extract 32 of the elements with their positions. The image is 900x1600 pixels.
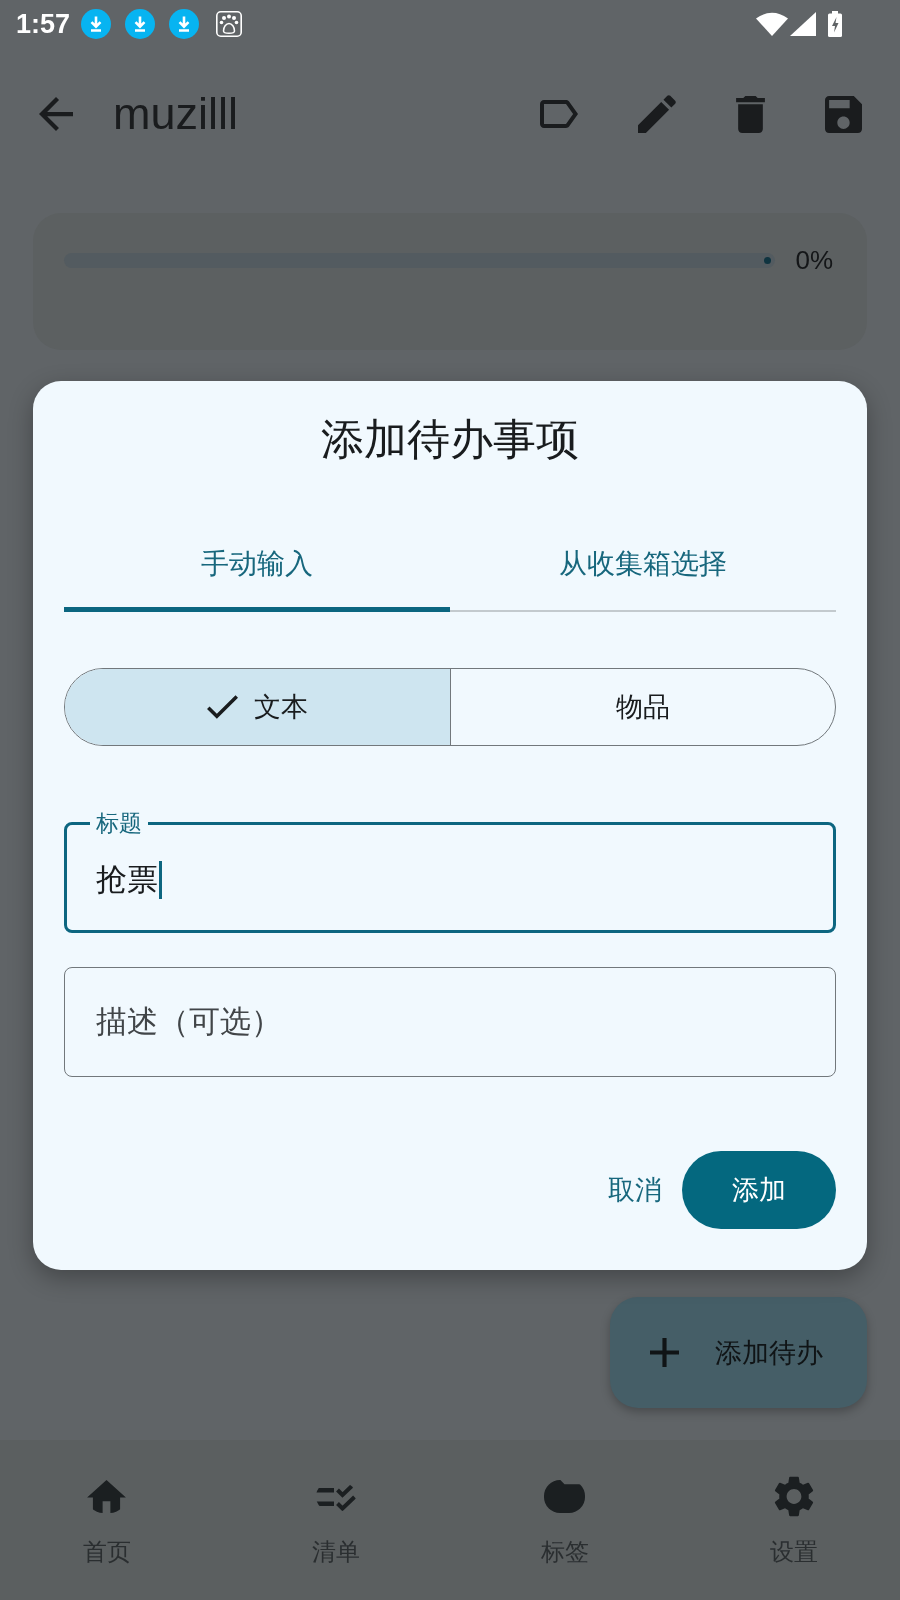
title-field[interactable]: 标题 抢票	[64, 811, 836, 933]
tab[interactable]: 手动输入	[64, 515, 450, 612]
gear-icon	[773, 1475, 814, 1517]
label-icon[interactable]	[540, 100, 578, 128]
segment-button[interactable]: 文本	[65, 669, 450, 745]
download-icon	[81, 9, 112, 39]
track-end-dot-icon	[764, 256, 772, 264]
cancel-button[interactable]: 取消	[596, 1151, 674, 1229]
download-icon	[169, 9, 200, 39]
back-arrow-icon[interactable]	[39, 97, 73, 131]
save-icon[interactable]	[825, 95, 862, 133]
edit-icon[interactable]	[638, 95, 676, 133]
segment-button[interactable]: 物品	[449, 669, 835, 745]
paw-icon	[216, 11, 243, 37]
download-icon	[125, 9, 156, 39]
description-field[interactable]: 描述（可选）	[64, 967, 836, 1077]
progress-percent: 0%	[795, 244, 833, 276]
dialog-title: 添加待办事项	[320, 414, 580, 465]
home-icon	[87, 1479, 126, 1513]
add-button[interactable]: 添加	[682, 1151, 836, 1229]
wifi-icon	[756, 12, 788, 36]
check-icon	[206, 695, 238, 719]
tab[interactable]: 从收集箱选择	[450, 515, 836, 612]
battery-charging-icon	[828, 11, 842, 37]
field-label: 标题	[95, 811, 143, 835]
folder-icon	[544, 1479, 585, 1513]
text-cursor-icon	[159, 861, 162, 899]
signal-icon	[790, 12, 816, 36]
app-title: muzilll	[113, 88, 238, 140]
delete-icon[interactable]	[736, 95, 765, 133]
plus-icon	[650, 1338, 679, 1367]
status-time: 1:57	[16, 8, 71, 40]
